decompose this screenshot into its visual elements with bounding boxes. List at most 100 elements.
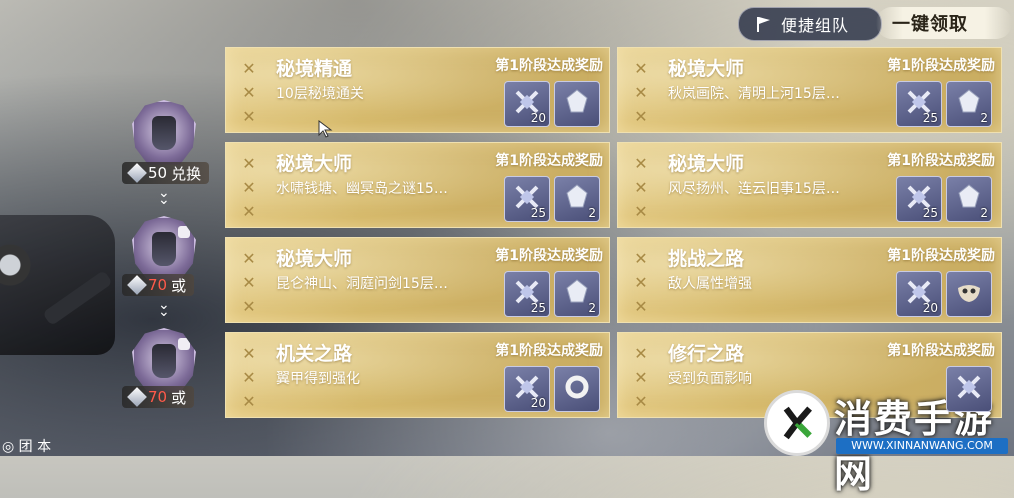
quest-title: 秘境大师	[276, 153, 353, 175]
reward-quantity: 20	[530, 396, 546, 410]
quest-card[interactable]: ✕ ✕ ✕ 秘境精通 10层秘境通关 第1阶段达成奖励 20	[225, 47, 610, 133]
x-mark-icon: ✕	[242, 107, 256, 126]
quest-description: 风尽扬州、连云旧事15层…	[668, 181, 840, 197]
reward-slot[interactable]: 2	[946, 81, 992, 127]
quest-title: 秘境大师	[668, 58, 745, 80]
quest-title: 秘境大师	[668, 153, 745, 175]
quest-stage-label: 第1阶段达成奖励	[495, 58, 603, 74]
objective-marks: ✕ ✕ ✕	[632, 247, 650, 319]
x-mark-icon: ✕	[242, 154, 256, 173]
tier-node-1[interactable]	[132, 100, 196, 165]
reward-quantity: 2	[588, 301, 596, 315]
gem-icon	[127, 163, 147, 183]
x-mark-icon: ✕	[634, 392, 648, 411]
reward-quantity: 25	[530, 206, 546, 220]
quest-stage-label: 第1阶段达成奖励	[495, 343, 603, 359]
x-mark-icon: ✕	[634, 297, 648, 316]
quest-description: 翼甲得到强化	[276, 371, 360, 387]
tier-1-exchange[interactable]: 50 兑换	[122, 162, 210, 184]
x-mark-icon: ✕	[242, 273, 256, 292]
x-mark-icon: ✕	[242, 344, 256, 363]
quest-card[interactable]: ✕ ✕ ✕ 挑战之路敌人属性增强 第1阶段达成奖励 20	[617, 237, 1002, 323]
watermark-logo	[764, 390, 830, 456]
x-mark-icon: ✕	[634, 107, 648, 126]
tier-3-cost: 70	[148, 388, 168, 406]
reward-slot[interactable]	[946, 366, 992, 412]
quest-description: 秋岚画院、清明上河15层…	[668, 86, 840, 102]
quest-card[interactable]: ✕ ✕ ✕ 秘境大师昆仑神山、洞庭问剑15层… 第1阶段达成奖励 25 2	[225, 237, 610, 323]
reward-slot[interactable]: 2	[554, 176, 600, 222]
tier-2-suffix: 或	[171, 276, 187, 295]
x-mark-icon: ✕	[634, 59, 648, 78]
reward-quantity: 25	[922, 206, 938, 220]
quest-stage-label: 第1阶段达成奖励	[887, 248, 995, 264]
reward-slot[interactable]: 25	[896, 81, 942, 127]
tier-2-exchange[interactable]: 70 或	[122, 274, 195, 296]
gem-icon	[127, 387, 147, 407]
objective-marks: ✕ ✕ ✕	[240, 247, 258, 319]
watermark-url: WWW.XINNANWANG.COM	[836, 438, 1008, 454]
x-mark-icon: ✕	[634, 368, 648, 387]
quest-title: 修行之路	[668, 343, 745, 365]
x-mark-icon: ✕	[242, 83, 256, 102]
gem-icon	[127, 275, 147, 295]
tier-3-exchange[interactable]: 70 或	[122, 386, 195, 408]
x-mark-icon: ✕	[242, 297, 256, 316]
quest-card[interactable]: ✕ ✕ ✕ 秘境大师 风尽扬州、连云旧事15层… 第1阶段达成奖励 25 2	[617, 142, 1002, 228]
reward-slot[interactable]: 2	[554, 271, 600, 317]
quest-title: 秘境大师	[276, 248, 353, 270]
quick-team-button[interactable]: 便捷组队	[738, 7, 882, 41]
tier-1-suffix: 兑换	[171, 164, 202, 183]
objective-marks: ✕ ✕ ✕	[632, 57, 650, 129]
reward-slot[interactable]	[554, 366, 600, 412]
bottom-tab-label[interactable]: ◎ 团 本	[2, 436, 51, 456]
chevron-down-icon: ⌄ ⌄	[158, 185, 170, 208]
reward-slot[interactable]: 20	[504, 81, 550, 127]
quest-description: 水啸钱塘、幽冥岛之谜15…	[276, 181, 448, 197]
tier-3-suffix: 或	[171, 388, 187, 407]
reward-quantity: 25	[530, 301, 546, 315]
reward-slot[interactable]: 25	[504, 271, 550, 317]
flag-icon	[757, 17, 770, 32]
quest-card[interactable]: ✕ ✕ ✕ 秘境大师 水啸钱塘、幽冥岛之谜15… 第1阶段达成奖励 25 2	[225, 142, 610, 228]
quest-description: 10层秘境通关	[276, 86, 364, 102]
objective-marks: ✕ ✕ ✕	[632, 152, 650, 224]
x-mark-icon: ✕	[242, 368, 256, 387]
x-mark-icon: ✕	[242, 202, 256, 221]
reward-slot[interactable]: 25	[504, 176, 550, 222]
tier-2-cost: 70	[148, 276, 168, 294]
x-mark-icon: ✕	[634, 249, 648, 268]
reward-slot[interactable]	[946, 271, 992, 317]
x-mark-icon: ✕	[634, 344, 648, 363]
claim-all-label: 一键领取	[892, 14, 968, 35]
reward-slot[interactable]	[554, 81, 600, 127]
claim-all-button[interactable]: 一键领取	[876, 7, 1012, 39]
objective-marks: ✕ ✕ ✕	[240, 152, 258, 224]
reward-slot[interactable]: 2	[946, 176, 992, 222]
x-mark-icon: ✕	[634, 273, 648, 292]
quest-stage-label: 第1阶段达成奖励	[887, 343, 995, 359]
quest-title: 挑战之路	[668, 248, 745, 270]
quest-card[interactable]: ✕ ✕ ✕ 秘境大师 秋岚画院、清明上河15层… 第1阶段达成奖励 25 2	[617, 47, 1002, 133]
objective-marks: ✕ ✕ ✕	[240, 342, 258, 414]
quick-team-label: 便捷组队	[781, 16, 850, 35]
reward-slot[interactable]: 25	[896, 176, 942, 222]
reward-quantity: 20	[530, 111, 546, 125]
lock-icon	[178, 226, 190, 238]
quest-description: 昆仑神山、洞庭问剑15层…	[276, 276, 448, 292]
objective-marks: ✕ ✕ ✕	[632, 342, 650, 414]
reward-quantity: 2	[980, 206, 988, 220]
quest-stage-label: 第1阶段达成奖励	[495, 248, 603, 264]
quest-card[interactable]: ✕ ✕ ✕ 机关之路 翼甲得到强化 第1阶段达成奖励 20	[225, 332, 610, 418]
reward-quantity: 20	[922, 301, 938, 315]
reward-quantity: 2	[980, 111, 988, 125]
reward-slot[interactable]: 20	[896, 271, 942, 317]
reward-slot[interactable]: 20	[504, 366, 550, 412]
x-mark-icon: ✕	[242, 392, 256, 411]
quest-stage-label: 第1阶段达成奖励	[495, 153, 603, 169]
quest-description: 敌人属性增强	[668, 276, 752, 292]
x-mark-icon: ✕	[242, 59, 256, 78]
x-mark-icon: ✕	[242, 249, 256, 268]
reward-quantity: 25	[922, 111, 938, 125]
quest-description: 受到负面影响	[668, 371, 752, 387]
